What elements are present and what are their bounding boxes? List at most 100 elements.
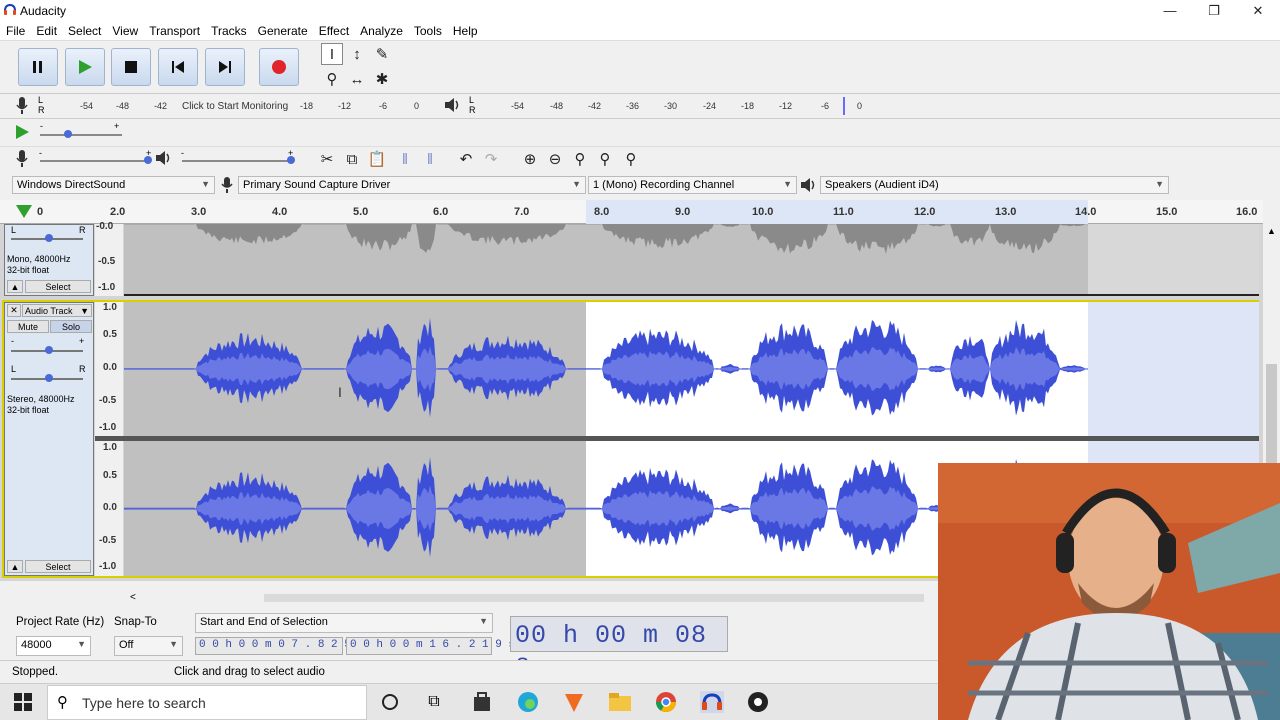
silence-button[interactable]: ‖	[419, 148, 441, 170]
envelope-tool[interactable]: ↕	[346, 43, 368, 65]
pan-slider-thumb[interactable]	[45, 374, 53, 382]
search-icon: ⚲	[57, 694, 68, 711]
track2-select-button[interactable]: Select	[25, 560, 91, 573]
envelope-tool-icon: ↕	[353, 45, 361, 63]
pan-right-label: R	[79, 225, 86, 235]
track1-vertical-scale[interactable]: -0.0 -0.5 -1.0	[95, 221, 123, 296]
stop-button[interactable]	[111, 48, 151, 86]
multi-tool[interactable]: ✱	[371, 68, 393, 90]
skip-to-start-button[interactable]	[158, 48, 198, 86]
redo-button[interactable]: ↷	[480, 148, 502, 170]
selection-tool[interactable]: I	[321, 43, 343, 65]
cortana-button[interactable]	[378, 691, 402, 713]
minimize-button[interactable]: —	[1148, 0, 1192, 21]
horizontal-scroll-thumb[interactable]	[264, 594, 924, 602]
collapse-track-button[interactable]: ▲	[7, 560, 23, 573]
horizontal-scrollbar[interactable]: <	[124, 590, 938, 606]
track2-bottom-vertical-scale[interactable]: 1.0 0.5 0.0 -0.5 -1.0	[95, 441, 123, 576]
menu-file[interactable]: File	[0, 24, 30, 38]
zoom-tool[interactable]: ⚲	[321, 68, 343, 90]
menu-analyze[interactable]: Analyze	[354, 24, 408, 38]
webcam-overlay	[938, 463, 1280, 720]
zoom-toggle-icon: ⚲	[625, 151, 637, 168]
paste-button[interactable]: 📋	[366, 148, 388, 170]
menu-edit[interactable]: Edit	[30, 24, 62, 38]
pan-slider-thumb[interactable]	[45, 234, 53, 242]
speed-plus-label: +	[114, 121, 120, 131]
track1-select-button[interactable]: Select	[25, 280, 91, 293]
menu-transport[interactable]: Transport	[143, 24, 205, 38]
store-button[interactable]	[470, 691, 494, 713]
audio-position-display[interactable]: 00 h 00 m 08 s	[510, 616, 728, 679]
close-window-button[interactable]: ✕	[1236, 0, 1280, 21]
skip-end-icon	[219, 61, 231, 73]
restore-button[interactable]: ❐	[1192, 0, 1236, 21]
audio-host-select[interactable]: Windows DirectSound ▼	[12, 176, 215, 194]
fit-project-button[interactable]: ⚲	[594, 148, 616, 170]
skip-to-end-button[interactable]	[205, 48, 245, 86]
zoom-out-button[interactable]: ⊖	[544, 148, 566, 170]
rec-volume-thumb[interactable]	[144, 156, 152, 164]
copy-button[interactable]: ⧉	[341, 148, 363, 170]
selection-start-time[interactable]: 0 0 h 0 0 m 0 7 . 8 2 5 s	[195, 637, 364, 655]
pan-left-label: L	[11, 225, 17, 235]
draw-tool[interactable]: ✎	[371, 43, 393, 65]
record-button[interactable]	[259, 48, 299, 86]
close-track-button[interactable]: ✕	[7, 304, 21, 317]
menu-effect[interactable]: Effect	[313, 24, 354, 38]
playback-meter[interactable]: -54 -48 -42 -36 -30 -24 -18 -12 -6 0	[478, 95, 868, 117]
play-volume-thumb[interactable]	[287, 156, 295, 164]
recording-device-select[interactable]: Primary Sound Capture Driver ▼	[238, 176, 586, 194]
file-explorer-button[interactable]	[608, 691, 632, 713]
project-rate-select[interactable]: 48000 ▼	[16, 636, 91, 656]
play-button[interactable]	[65, 48, 105, 86]
selection-mode-select[interactable]: Start and End of Selection ▼	[195, 613, 493, 633]
cut-button[interactable]: ✂	[316, 148, 338, 170]
track2-left-channel-waveform[interactable]	[124, 302, 1259, 436]
gain-slider-thumb[interactable]	[45, 346, 53, 354]
edge-button[interactable]	[516, 691, 540, 713]
pause-button[interactable]	[18, 48, 58, 86]
menu-help[interactable]: Help	[447, 24, 483, 38]
windows-start-icon[interactable]	[14, 693, 32, 711]
fit-selection-icon: ⚲	[574, 151, 586, 168]
audacity-taskbar-button[interactable]	[700, 691, 724, 713]
recording-channels-select[interactable]: 1 (Mono) Recording Channel ▼	[588, 176, 797, 194]
track2-top-vertical-scale[interactable]: 1.0 0.5 0.0 -0.5 -1.0	[95, 302, 123, 436]
chrome-button[interactable]	[654, 691, 678, 713]
taskbar-search-box[interactable]: ⚲ Type here to search	[47, 685, 367, 720]
selection-end-time[interactable]: 0 0 h 0 0 m 1 6 . 2 1 9 s	[346, 637, 515, 655]
vertical-scroll-thumb[interactable]	[1266, 364, 1277, 474]
pinned-play-head-icon[interactable]	[15, 203, 33, 219]
zoom-toggle-button[interactable]: ⚲	[620, 148, 642, 170]
speed-slider-thumb[interactable]	[64, 130, 72, 138]
recording-meter[interactable]: -54 -48 -42 Click to Start Monitoring -1…	[46, 95, 424, 117]
scissors-icon: ✂	[320, 151, 334, 168]
play-at-speed-button[interactable]	[14, 124, 30, 143]
timeshift-tool[interactable]: ↔	[346, 68, 368, 90]
track-name-menu[interactable]: Audio Track ▼	[22, 304, 92, 317]
menu-tracks[interactable]: Tracks	[205, 24, 252, 38]
collapse-track-button[interactable]: ▲	[7, 280, 23, 293]
menu-view[interactable]: View	[106, 24, 143, 38]
obs-button[interactable]	[746, 691, 770, 713]
undo-button[interactable]: ↶	[455, 148, 477, 170]
zoom-in-button[interactable]: ⊕	[519, 148, 541, 170]
brave-button[interactable]	[562, 691, 586, 713]
menu-select[interactable]: Select	[62, 24, 106, 38]
timeline-ruler[interactable]: 0 2.0 3.0 4.0 5.0 6.0 7.0 8.0 9.0 10.0 1…	[0, 200, 1263, 224]
task-view-button[interactable]: ⧉	[422, 691, 446, 713]
snap-to-select[interactable]: Off ▼	[114, 636, 183, 656]
playback-device-select[interactable]: Speakers (Audient iD4) ▼	[820, 176, 1169, 194]
timeshift-tool-icon: ↔	[349, 70, 365, 88]
track1-waveform[interactable]	[124, 224, 1259, 296]
mute-button[interactable]: Mute	[7, 320, 49, 333]
trim-button[interactable]: ‖	[394, 148, 416, 170]
text-cursor-icon: I	[338, 384, 342, 400]
menu-tools[interactable]: Tools	[408, 24, 447, 38]
solo-button[interactable]: Solo	[50, 320, 92, 333]
menu-generate[interactable]: Generate	[252, 24, 313, 38]
cortana-icon	[382, 694, 398, 710]
zoom-tool-icon: ⚲	[326, 71, 338, 88]
fit-selection-button[interactable]: ⚲	[569, 148, 591, 170]
